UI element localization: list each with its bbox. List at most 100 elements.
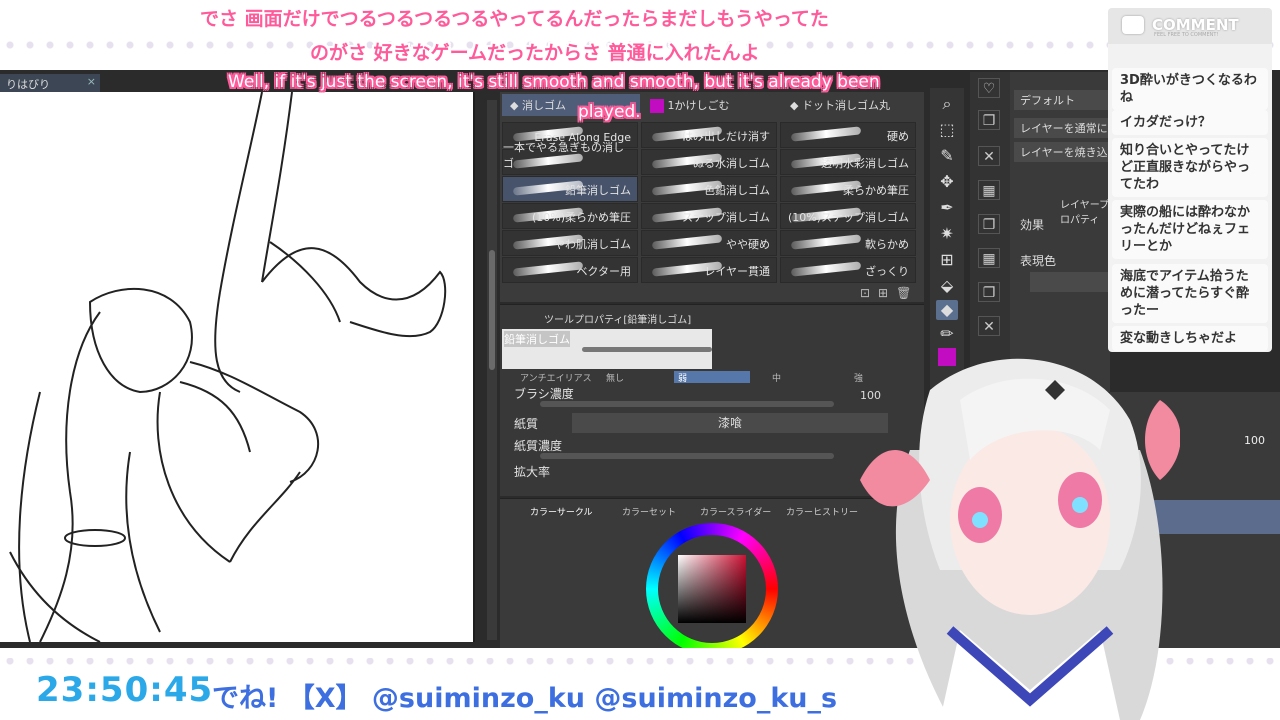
sparkle-tool-icon[interactable]: ✷: [936, 224, 958, 244]
brush-item-label: やわ肌消しゴム: [554, 238, 631, 251]
comment-subtitle: FEEL FREE TO COMMENT!: [1154, 32, 1219, 38]
brush-item-label: スナップ消しゴム: [682, 211, 770, 224]
tab-color-set[interactable]: カラーセット: [622, 505, 676, 518]
brush-item-label: はみ出しだけ消す: [682, 130, 770, 143]
scrollbar-thumb[interactable]: [489, 250, 495, 370]
brush-item-label: 硬め: [887, 130, 909, 143]
layer-burn-button[interactable]: レイヤーを焼き込み: [1014, 142, 1110, 162]
layer-icon[interactable]: ❐: [978, 214, 1000, 234]
saturation-value-square[interactable]: [678, 555, 746, 623]
layer-opacity-value[interactable]: 100: [1244, 434, 1265, 447]
grid-tool-icon[interactable]: ⊞: [936, 250, 958, 270]
brush-item[interactable]: 色鉛消しゴム: [641, 176, 777, 202]
brush-item[interactable]: 透明水彩消しゴム: [780, 149, 916, 175]
vtuber-avatar: [860, 358, 1180, 720]
subtool-tab-custom[interactable]: 1かけしごむ: [642, 94, 780, 116]
subtitle-jp-line2: のがさ 好きなゲームだったからさ 普通に入れたんよ: [310, 42, 760, 64]
brush-item-label: 軟らかめ: [865, 238, 909, 251]
brush-item-label: ベクター用: [576, 265, 631, 278]
brush-item[interactable]: スナップ消しゴム: [641, 203, 777, 229]
brush-item-label: (10%)柔らかめ筆圧: [531, 211, 631, 224]
anti-alias-mid[interactable]: 中: [768, 371, 785, 384]
brush-stroke-preview: [512, 261, 584, 277]
brush-item[interactable]: 一本でやる急ぎもの消しゴ: [502, 141, 638, 175]
layer-property-title: レイヤープロパティ: [1060, 200, 1110, 226]
brush-item-label: 鉛筆消しゴム: [565, 184, 631, 197]
brush-item[interactable]: (10%)柔らかめ筆圧: [502, 203, 638, 229]
magenta-swatch-icon: [650, 99, 664, 113]
subtitle-en-line1: Well, if it's just the screen, it's stil…: [228, 72, 880, 92]
select-tool-icon[interactable]: ⬚: [936, 120, 958, 140]
layer-normal-button[interactable]: レイヤーを通常にする: [1014, 118, 1110, 138]
brush-preview-name: 鉛筆消しゴム: [504, 331, 570, 347]
canvas-scrollbar[interactable]: [487, 100, 497, 640]
expression-color-select[interactable]: [1030, 272, 1110, 292]
brush-item[interactable]: やや硬め: [641, 230, 777, 256]
zoom-tool-icon[interactable]: ⌕: [936, 94, 958, 114]
line-art-drawing: [9, 92, 447, 642]
brush-item[interactable]: (10%)スナップ消しゴム: [780, 203, 916, 229]
heart-icon[interactable]: ♡: [978, 78, 1000, 98]
brush-item[interactable]: レイヤー貫通: [641, 257, 777, 283]
copy-icon[interactable]: ❐: [978, 110, 1000, 130]
eraser-icon: ◆: [790, 99, 802, 112]
subtool-panel: ◆ 消しゴム 1かけしごむ ◆ ドット消しゴム丸 Erase Along Edg…: [500, 92, 924, 302]
brush-item[interactable]: ざっくり: [780, 257, 916, 283]
subtitle-en-line2: played.: [578, 102, 641, 122]
effect-label: 効果: [1020, 218, 1045, 232]
fill-tool-icon[interactable]: ⬙: [936, 276, 958, 296]
brush-density-slider[interactable]: [540, 401, 834, 407]
brush-item[interactable]: はみ出しだけ消す: [641, 122, 777, 148]
brush-density-label: ブラシ濃度: [514, 387, 574, 401]
comment-panel: COMMENT FEEL FREE TO COMMENT! 3D酔いがきつくなる…: [1108, 8, 1272, 352]
anti-alias-none[interactable]: 無し: [602, 371, 628, 384]
paper-density-slider[interactable]: [540, 453, 834, 459]
tab-color-slider[interactable]: カラースライダー: [700, 505, 771, 518]
brush-preview: 鉛筆消しゴム: [502, 329, 712, 369]
brush-stroke-preview: [790, 126, 862, 142]
brush-item-label: ぬる水消しゴム: [693, 157, 770, 170]
brush-item[interactable]: 軟らかめ: [780, 230, 916, 256]
comment-item: イカダだっけ？: [1112, 110, 1268, 135]
brush-item[interactable]: 硬め: [780, 122, 916, 148]
move-tool-icon[interactable]: ✥: [936, 172, 958, 192]
color-wheel[interactable]: [646, 523, 778, 655]
brush-item-label: 柔らかめ筆圧: [843, 184, 909, 197]
brush-item-label: (10%)スナップ消しゴム: [787, 211, 909, 224]
clock: 23:50:45: [36, 670, 214, 710]
checker-icon[interactable]: ▦: [978, 180, 1000, 200]
brush-item-label: ざっくり: [865, 265, 909, 278]
subtool-footer-icons[interactable]: ⊡⊞🗑: [860, 286, 919, 300]
brush-item-label: 一本でやる急ぎもの消しゴ: [503, 141, 624, 170]
tab-color-circle[interactable]: カラーサークル: [530, 505, 593, 518]
brush-item[interactable]: 鉛筆消しゴム: [502, 176, 638, 202]
brush-item[interactable]: 柔らかめ筆圧: [780, 176, 916, 202]
brush-stroke-preview: [790, 261, 862, 277]
brush-item[interactable]: やわ肌消しゴム: [502, 230, 638, 256]
drawing-canvas[interactable]: [0, 92, 475, 642]
brush-item-label: やや硬め: [726, 238, 770, 251]
pen-tool-icon[interactable]: ✎: [936, 146, 958, 166]
expression-color-label: 表現色: [1020, 254, 1057, 268]
comment-header: COMMENT FEEL FREE TO COMMENT!: [1108, 8, 1272, 44]
comment-item: 知り合いとやってたけど正直服きながらやってたわ: [1112, 138, 1268, 197]
brush-item[interactable]: ベクター用: [502, 257, 638, 283]
brush-tool-icon[interactable]: ✒: [936, 198, 958, 218]
subtool-tab-label: 1かけしごむ: [667, 99, 730, 112]
grid-icon[interactable]: ▦: [978, 248, 1000, 268]
brush-item-label: 透明水彩消しゴム: [821, 157, 909, 170]
comment-item: 海底でアイテム拾うために潜ってたらすぐ酔ったー: [1112, 264, 1268, 323]
subtool-tab-dot[interactable]: ◆ ドット消しゴム丸: [782, 94, 922, 116]
eraser-tool-icon[interactable]: ◆: [936, 300, 958, 320]
subtool-tab-label: ドット消しゴム丸: [801, 99, 890, 112]
layer-copy-icon[interactable]: ❐: [978, 282, 1000, 302]
anti-alias-weak[interactable]: 弱: [674, 371, 750, 384]
brush-preview-stroke: [582, 347, 712, 352]
blend-mode-select[interactable]: デフォルト: [1014, 90, 1110, 110]
close-layer-icon[interactable]: ✕: [978, 146, 1000, 166]
eraser-icon: ◆: [510, 99, 522, 112]
ticker-text: でね! 【X】 @suiminzo_ku @suiminzo_ku_s: [212, 683, 838, 714]
brush-item-label: 色鉛消しゴム: [704, 184, 770, 197]
brush-item-label: レイヤー貫通: [704, 265, 770, 278]
brush-item[interactable]: ぬる水消しゴム: [641, 149, 777, 175]
